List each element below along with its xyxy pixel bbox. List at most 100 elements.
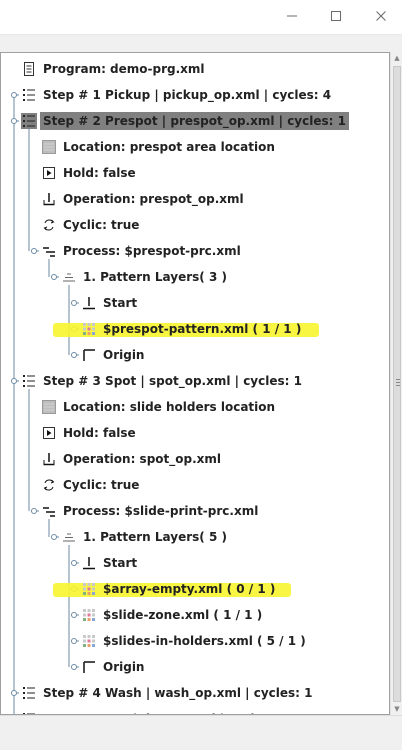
tree-node[interactable]: Step # 1 Pickup | pickup_op.xml | cycles…	[21, 85, 334, 105]
minimize-icon	[287, 15, 297, 17]
bottom-bar	[0, 715, 402, 750]
hold-icon	[41, 165, 57, 181]
tree-node-label: $slide-zone.xml ( 1 / 1 )	[103, 608, 263, 622]
tree-node[interactable]: 1. Pattern Layers( 5 )	[61, 527, 230, 547]
tree-expand-handle-icon[interactable]	[71, 638, 77, 644]
tree-node[interactable]: Cyclic: true	[41, 215, 142, 235]
tree-expand-handle-icon[interactable]	[71, 352, 77, 358]
tree-node[interactable]: Hold: false	[41, 163, 139, 183]
program-tree[interactable]: Program: demo-prg.xml Step # 1 Pickup | p…	[0, 52, 390, 715]
title-bar	[0, 0, 402, 34]
tree-node-label: Process: $slide-print-prc.xml	[63, 504, 259, 518]
list-icon	[21, 373, 37, 389]
tree-node[interactable]: Process: $slide-print-prc.xml	[41, 501, 261, 521]
operation-icon	[41, 451, 57, 467]
start-icon	[81, 555, 97, 571]
tree-expand-handle-icon[interactable]	[31, 508, 37, 514]
hold-icon	[41, 425, 57, 441]
tree-node-label: Program: demo-prg.xml	[43, 62, 205, 76]
tree-expand-handle-icon[interactable]	[71, 612, 77, 618]
tree-node[interactable]: Origin	[81, 657, 147, 677]
tree-expand-handle-icon[interactable]	[51, 274, 57, 280]
tree-node[interactable]: Location: prespot area location	[41, 137, 278, 157]
list-icon	[21, 685, 37, 701]
tree-node-label: Hold: false	[63, 166, 136, 180]
cyclic-icon	[41, 477, 57, 493]
list-icon	[21, 87, 37, 103]
tree-expand-handle-icon[interactable]	[71, 300, 77, 306]
tree-node[interactable]: $prespot-pattern.xml ( 1 / 1 )	[81, 319, 304, 339]
pattern-grid-icon	[81, 633, 97, 649]
tree-node[interactable]: Start	[81, 293, 140, 313]
tree-node[interactable]: Origin	[81, 345, 147, 365]
scrollbar-thumb[interactable]	[393, 66, 401, 702]
close-icon	[376, 11, 386, 21]
grip-icon	[396, 379, 400, 380]
tree-node-label: Location: prespot area location	[63, 140, 275, 154]
tree-expand-handle-icon[interactable]	[31, 248, 37, 254]
vertical-scrollbar[interactable]: ▲ ▼	[390, 52, 402, 715]
tree-node-label: Location: slide holders location	[63, 400, 276, 414]
tree-node[interactable]: Start	[81, 553, 140, 573]
tree-node[interactable]: $slide-zone.xml ( 1 / 1 )	[81, 605, 265, 625]
cyclic-icon	[41, 217, 57, 233]
tree-node-label: Origin	[103, 348, 145, 362]
process-icon	[41, 503, 57, 519]
tree-node-label: $prespot-pattern.xml ( 1 / 1 )	[103, 322, 302, 336]
tree-node-label: Operation: prespot_op.xml	[63, 192, 244, 206]
tree-node[interactable]: Hold: false	[41, 423, 139, 443]
tree-node-label: Cyclic: true	[63, 218, 140, 232]
layers-icon	[61, 529, 77, 545]
tree-expand-handle-icon[interactable]	[11, 92, 17, 98]
tree-node-label: Start	[103, 556, 138, 570]
tree-node[interactable]: Step # 4 Wash | wash_op.xml | cycles: 1	[21, 683, 316, 703]
tree-node-label: Step # 4 Wash | wash_op.xml | cycles: 1	[43, 686, 313, 700]
tree-node-label: Hold: false	[63, 426, 136, 440]
process-icon	[41, 243, 57, 259]
tree-node[interactable]: Operation: spot_op.xml	[41, 449, 224, 469]
scroll-down-icon[interactable]: ▼	[393, 705, 401, 713]
tree-node[interactable]: $slides-in-holders.xml ( 5 / 1 )	[81, 631, 309, 651]
tree-expand-handle-icon[interactable]	[11, 118, 17, 124]
tree-node-label: 1. Pattern Layers( 3 )	[83, 270, 227, 284]
location-icon	[41, 399, 57, 415]
tree-node-label: 1. Pattern Layers( 5 )	[83, 530, 227, 544]
location-icon	[41, 139, 57, 155]
tree-node-label: $slides-in-holders.xml ( 5 / 1 )	[103, 634, 306, 648]
tree-node[interactable]: 1. Pattern Layers( 3 )	[61, 267, 230, 287]
tree-expand-handle-icon[interactable]	[71, 664, 77, 670]
scroll-up-icon[interactable]: ▲	[393, 54, 401, 62]
tree-node-label: Step # 1 Pickup | pickup_op.xml | cycles…	[43, 88, 332, 102]
start-icon	[81, 295, 97, 311]
pattern-grid-icon	[81, 321, 97, 337]
tree-node-label: Step # 2 Prespot | prespot_op.xml | cycl…	[40, 112, 349, 130]
origin-icon	[81, 347, 97, 363]
tree-node[interactable]: Step # 2 Prespot | prespot_op.xml | cycl…	[21, 111, 349, 131]
maximize-icon	[331, 11, 341, 21]
tree-node[interactable]: $array-empty.xml ( 0 / 1 )	[81, 579, 278, 599]
tree-expand-handle-icon[interactable]	[11, 690, 17, 696]
tree-node[interactable]: Location: slide holders location	[41, 397, 278, 417]
tree-expand-handle-icon[interactable]	[51, 534, 57, 540]
tree-node[interactable]: Step # 3 Spot | spot_op.xml | cycles: 1	[21, 371, 305, 391]
tree-node-label: Operation: spot_op.xml	[63, 452, 222, 466]
tree-expand-handle-icon[interactable]	[71, 560, 77, 566]
tree-node-label: Cyclic: true	[63, 478, 140, 492]
title-divider	[0, 34, 402, 35]
tree-node[interactable]: Operation: prespot_op.xml	[41, 189, 247, 209]
tree-node[interactable]: Program: demo-prg.xml	[21, 59, 208, 79]
close-button[interactable]	[358, 0, 402, 32]
tree-expand-handle-icon[interactable]	[11, 378, 17, 384]
tree-node-label: Step # 3 Spot | spot_op.xml | cycles: 1	[43, 374, 302, 388]
minimize-button[interactable]	[269, 0, 315, 32]
origin-icon	[81, 659, 97, 675]
maximize-button[interactable]	[313, 0, 359, 32]
operation-icon	[41, 191, 57, 207]
pattern-grid-icon	[81, 607, 97, 623]
tree-node[interactable]: Process: $prespot-prc.xml	[41, 241, 244, 261]
tree-node[interactable]: Cyclic: true	[41, 475, 142, 495]
layers-icon	[61, 269, 77, 285]
file-icon	[21, 61, 37, 77]
tree-node-label: Process: $prespot-prc.xml	[63, 244, 241, 258]
tree-node-label: Start	[103, 296, 138, 310]
